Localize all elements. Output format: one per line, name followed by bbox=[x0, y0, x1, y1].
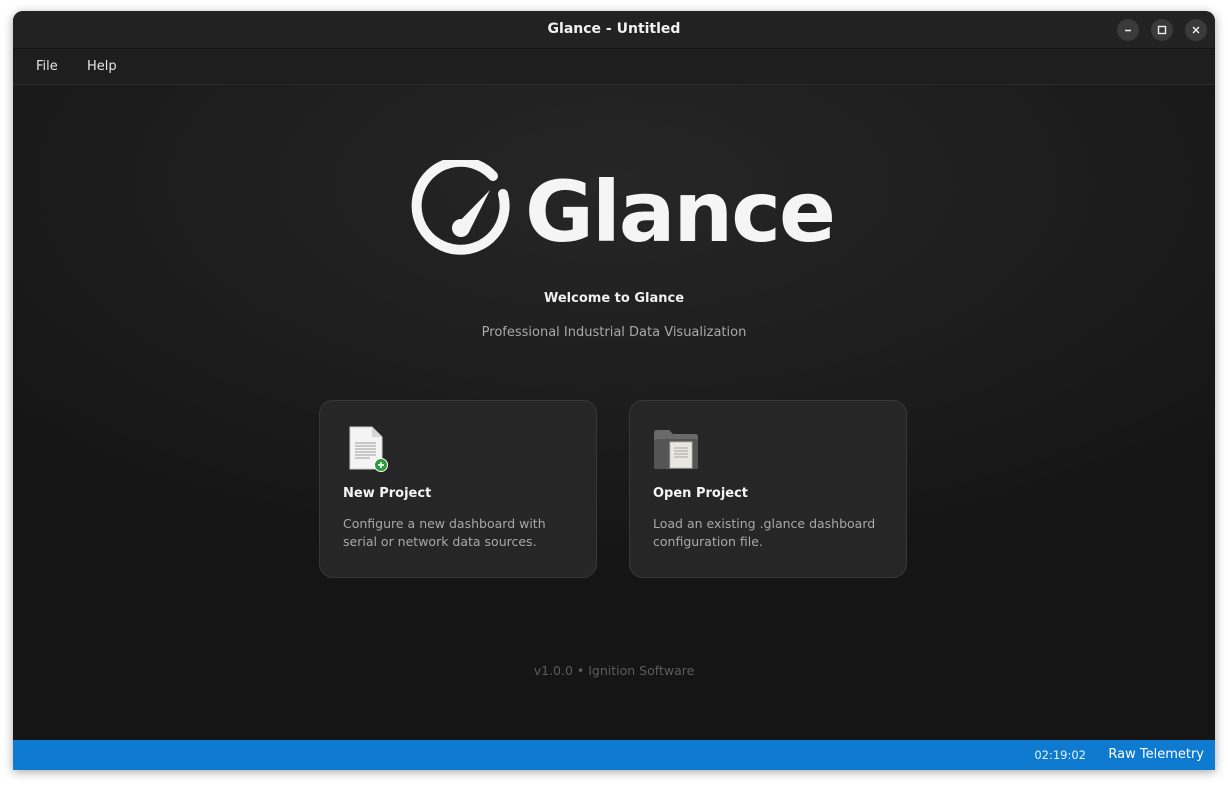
status-bar: 02:19:02 Raw Telemetry bbox=[13, 740, 1215, 770]
menu-help[interactable]: Help bbox=[87, 59, 117, 74]
app-window: Glance - Untitled File Help Glance Welco… bbox=[13, 11, 1215, 770]
logo-wordmark: Glance bbox=[525, 163, 836, 261]
gauge-icon bbox=[411, 160, 510, 255]
close-icon bbox=[1192, 26, 1200, 34]
close-button[interactable] bbox=[1185, 19, 1207, 41]
new-project-description: Configure a new dashboard with serial or… bbox=[343, 516, 546, 549]
minimize-button[interactable] bbox=[1117, 19, 1139, 41]
menu-bar: File Help bbox=[13, 49, 1215, 85]
title-bar: Glance - Untitled bbox=[13, 11, 1215, 49]
new-document-icon bbox=[349, 426, 388, 472]
new-project-card[interactable]: New Project Configure a new dashboard wi… bbox=[319, 400, 597, 578]
minimize-icon bbox=[1125, 29, 1131, 32]
open-project-title: Open Project bbox=[653, 486, 749, 501]
new-project-title: New Project bbox=[343, 486, 432, 501]
open-project-description: Load an existing .glance dashboard confi… bbox=[653, 516, 876, 549]
menu-file[interactable]: File bbox=[36, 59, 58, 74]
maximize-icon bbox=[1157, 25, 1167, 35]
status-mode[interactable]: Raw Telemetry bbox=[1108, 747, 1204, 762]
version-label: v1.0.0 • Ignition Software bbox=[533, 663, 695, 678]
maximize-button[interactable] bbox=[1151, 19, 1173, 41]
status-time: 02:19:02 bbox=[1034, 748, 1086, 762]
open-project-card[interactable]: Open Project Load an existing .glance da… bbox=[629, 400, 907, 578]
welcome-subtitle: Professional Industrial Data Visualizati… bbox=[481, 325, 747, 340]
welcome-heading: Welcome to Glance bbox=[543, 291, 685, 306]
window-title: Glance - Untitled bbox=[547, 21, 681, 37]
welcome-screen: Glance Welcome to Glance Professional In… bbox=[13, 85, 1215, 740]
glance-logo: Glance bbox=[409, 160, 836, 265]
folder-icon bbox=[654, 430, 698, 469]
